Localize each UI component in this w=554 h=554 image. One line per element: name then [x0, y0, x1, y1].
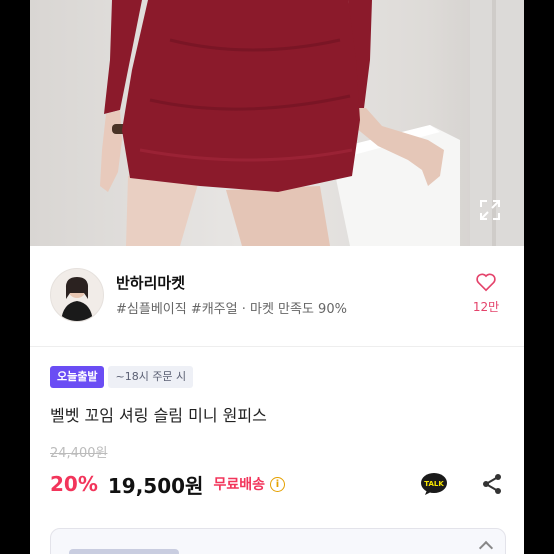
product-photo[interactable] — [30, 0, 524, 246]
sale-price: 19,500원 — [107, 473, 204, 498]
expand-icon[interactable] — [478, 198, 502, 222]
discount-rate: 20% — [50, 472, 98, 496]
heart-icon[interactable] — [475, 272, 497, 292]
card-label-placeholder — [69, 549, 179, 554]
delivery-badges: 오늘출발 ~18시 주문 시 — [50, 366, 194, 388]
order-cutoff-badge: ~18시 주문 시 — [108, 366, 194, 388]
app-screen: 반하리마켓 #심플베이직 #캐주얼 · 마켓 만족도 90% 12만 오늘출발 … — [30, 0, 524, 554]
seller-section: 반하리마켓 #심플베이직 #캐주얼 · 마켓 만족도 90% 12만 — [30, 246, 524, 347]
price-row: 20% 19,500원 무료배송 i TALK — [50, 470, 504, 498]
seller-name[interactable]: 반하리마켓 — [116, 272, 185, 293]
share-icon[interactable] — [480, 472, 504, 496]
seller-avatar[interactable] — [50, 268, 104, 322]
today-shipping-badge: 오늘출발 — [50, 366, 105, 388]
bottom-coupon-card[interactable] — [50, 528, 506, 554]
like-count: 12만 — [472, 300, 500, 314]
free-shipping-label: 무료배송 — [213, 477, 265, 493]
like-button[interactable]: 12만 — [468, 272, 504, 315]
seller-tags: #심플베이직 #캐주얼 · 마켓 만족도 90% — [116, 302, 347, 317]
kakao-talk-icon[interactable]: TALK — [420, 472, 448, 496]
info-icon[interactable]: i — [269, 476, 285, 492]
chevron-up-icon[interactable] — [478, 540, 494, 554]
product-title: 벨벳 꼬임 셔링 슬림 미니 원피스 — [50, 406, 267, 425]
svg-text:TALK: TALK — [424, 480, 444, 488]
product-photo-illustration — [100, 0, 524, 246]
original-price: 24,400원 — [50, 446, 108, 461]
